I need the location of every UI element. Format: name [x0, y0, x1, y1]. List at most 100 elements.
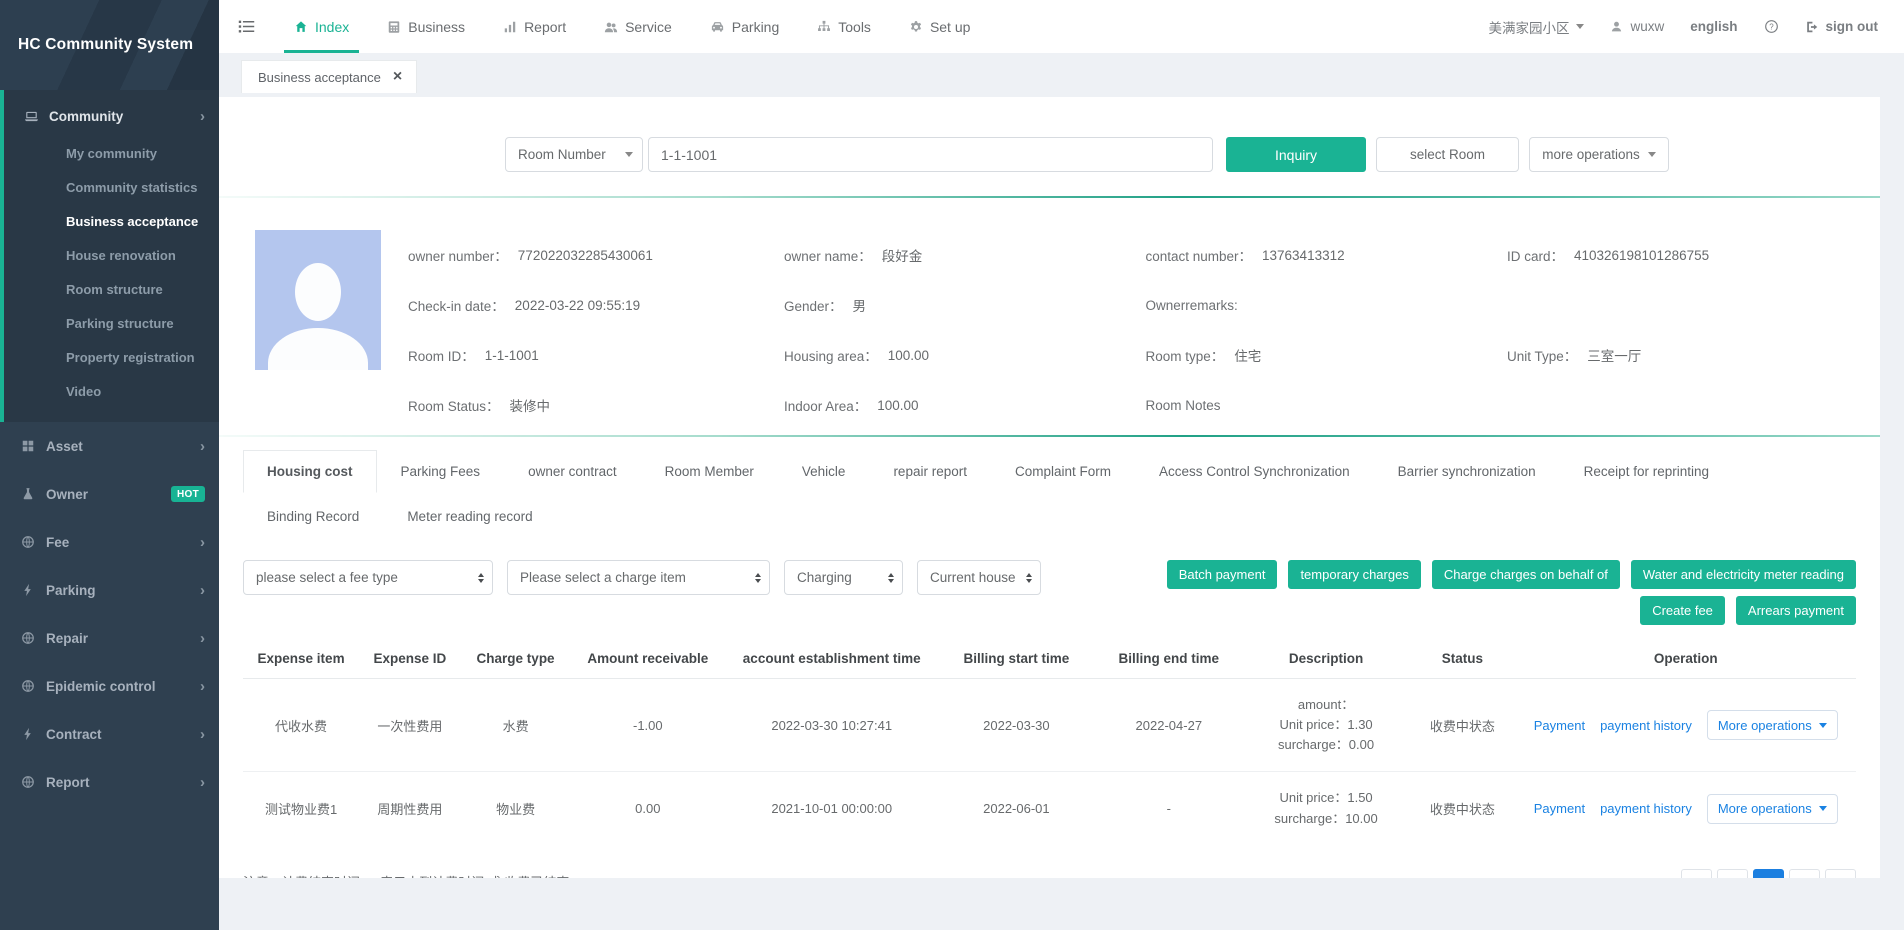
payment-history-link[interactable]: payment history — [1600, 801, 1692, 816]
col-billing-start-time: Billing start time — [938, 641, 1094, 679]
field-gender: Gender：男 — [784, 295, 1146, 315]
fee-type-select[interactable]: please select a fee type — [243, 560, 493, 595]
sidebar-item-my-community[interactable]: My community — [4, 136, 219, 170]
sidebar-item-property-registration[interactable]: Property registration — [4, 340, 219, 374]
sidebar-item-business-acceptance[interactable]: Business acceptance — [4, 204, 219, 238]
topnav-item-tools[interactable]: Tools — [807, 0, 881, 53]
help-button[interactable]: ? — [1764, 19, 1779, 34]
field-contact-number: contact number：13763413312 — [1145, 245, 1507, 265]
tab-binding-record[interactable]: Binding Record — [243, 495, 383, 538]
sidebar-item-repair[interactable]: Repair › — [0, 614, 219, 662]
active-tab-underline — [284, 50, 359, 53]
field-room-notes: Room Notes — [1145, 398, 1507, 413]
topnav-item-business[interactable]: Business — [377, 0, 475, 53]
room-search-input[interactable] — [648, 137, 1213, 172]
col-account-establishment-time: account establishment time — [725, 641, 938, 679]
tab-housing-cost[interactable]: Housing cost — [243, 450, 377, 493]
meter-reading-button[interactable]: Water and electricity meter reading — [1631, 560, 1856, 589]
pagination-next[interactable]: › — [1789, 869, 1820, 878]
community-name: 美满家园小区 — [1488, 17, 1569, 37]
field-owner-remarks: Ownerremarks: — [1145, 298, 1507, 313]
sidebar-item-contract[interactable]: Contract › — [0, 710, 219, 758]
payment-link[interactable]: Payment — [1534, 801, 1585, 816]
pagination-last[interactable]: » — [1825, 869, 1856, 878]
sidebar-item-asset[interactable]: Asset › — [0, 422, 219, 470]
sidebar-item-label: Asset — [46, 439, 83, 454]
tabstrip: Business acceptance × — [219, 53, 1904, 97]
row-more-operations-button[interactable]: More operations — [1707, 710, 1838, 740]
sidebar-item-epidemic-control[interactable]: Epidemic control › — [0, 662, 219, 710]
topnav-item-report[interactable]: Report — [493, 0, 576, 53]
topnav-item-service[interactable]: Service — [594, 0, 682, 53]
tab-barrier-sync[interactable]: Barrier synchronization — [1374, 450, 1560, 493]
globe-icon — [21, 775, 35, 789]
sidebar-item-room-structure[interactable]: Room structure — [4, 272, 219, 306]
owner-avatar — [255, 230, 381, 370]
sidebar-item-owner[interactable]: Owner HOT — [0, 470, 219, 518]
close-icon[interactable]: × — [393, 69, 402, 85]
current-house-select[interactable]: Current house — [917, 560, 1041, 595]
description-cell: amount： Unit price：1.30 surcharge：0.00 — [1247, 695, 1405, 755]
tab-repair-report[interactable]: repair report — [869, 450, 991, 493]
sidebar-item-label: Fee — [46, 535, 69, 550]
payment-link[interactable]: Payment — [1534, 718, 1585, 733]
topnav-label: Parking — [732, 19, 779, 35]
sidebar-item-video[interactable]: Video — [4, 374, 219, 408]
chevron-right-icon: › — [200, 583, 205, 598]
avatar-silhouette — [268, 328, 368, 370]
submenu-label: Video — [66, 384, 101, 399]
tab-room-member[interactable]: Room Member — [641, 450, 778, 493]
inquiry-button[interactable]: Inquiry — [1226, 137, 1366, 172]
menu-icon[interactable] — [237, 17, 256, 36]
car-icon — [710, 19, 725, 34]
payment-history-link[interactable]: payment history — [1600, 718, 1692, 733]
more-operations-button[interactable]: more operations — [1529, 137, 1669, 172]
topnav-item-parking[interactable]: Parking — [700, 0, 789, 53]
room-number-select[interactable]: Room Number — [505, 137, 643, 172]
topnav-label: Business — [408, 19, 465, 35]
tab-parking-fees[interactable]: Parking Fees — [377, 450, 505, 493]
language-toggle[interactable]: english — [1690, 19, 1737, 34]
sidebar-group-community: Community › My community Community stati… — [0, 90, 219, 422]
tab-access-control-sync[interactable]: Access Control Synchronization — [1135, 450, 1374, 493]
pagination-first[interactable]: « — [1681, 869, 1712, 878]
tab-owner-contract[interactable]: owner contract — [504, 450, 641, 493]
sidebar-item-report[interactable]: Report › — [0, 758, 219, 806]
community-selector[interactable]: 美满家园小区 — [1488, 17, 1584, 37]
charge-item-select[interactable]: Please select a charge item — [507, 560, 770, 595]
submenu-label: Business acceptance — [66, 214, 198, 229]
filter-buttons-row1: Batch payment temporary charges Charge c… — [1167, 560, 1856, 589]
batch-payment-button[interactable]: Batch payment — [1167, 560, 1278, 589]
sidebar-item-community-statistics[interactable]: Community statistics — [4, 170, 219, 204]
charge-on-behalf-button[interactable]: Charge charges on behalf of — [1432, 560, 1620, 589]
field-owner-name: owner name：段好金 — [784, 245, 1146, 265]
topnav-item-setup[interactable]: Set up — [899, 0, 980, 53]
signout-icon — [1805, 20, 1819, 34]
sidebar-item-label: Report — [46, 775, 90, 790]
tab-vehicle[interactable]: Vehicle — [778, 450, 870, 493]
signout-button[interactable]: sign out — [1805, 19, 1879, 34]
pagination-page-1[interactable]: 1 — [1753, 869, 1784, 878]
sidebar-item-parking-structure[interactable]: Parking structure — [4, 306, 219, 340]
tab-business-acceptance[interactable]: Business acceptance × — [241, 60, 417, 93]
room-select-value: Room Number — [518, 147, 606, 162]
updown-icon — [888, 573, 894, 583]
charging-status-select[interactable]: Charging — [784, 560, 903, 595]
tab-receipt-reprinting[interactable]: Receipt for reprinting — [1560, 450, 1733, 493]
col-expense-id: Expense ID — [359, 641, 461, 679]
tab-complaint-form[interactable]: Complaint Form — [991, 450, 1135, 493]
row-more-operations-button[interactable]: More operations — [1707, 794, 1838, 824]
arrears-payment-button[interactable]: Arrears payment — [1736, 596, 1856, 625]
sidebar-item-house-renovation[interactable]: House renovation — [4, 238, 219, 272]
user-menu[interactable]: wuxw — [1610, 19, 1664, 34]
tab-meter-reading-record[interactable]: Meter reading record — [383, 495, 556, 538]
pagination-prev[interactable]: ‹ — [1717, 869, 1748, 878]
sidebar-item-parking[interactable]: Parking › — [0, 566, 219, 614]
sidebar-item-community[interactable]: Community › — [4, 96, 219, 136]
temporary-charges-button[interactable]: temporary charges — [1288, 560, 1420, 589]
select-room-button[interactable]: select Room — [1376, 137, 1519, 172]
sidebar-item-fee[interactable]: Fee › — [0, 518, 219, 566]
topnav-item-index[interactable]: Index — [284, 0, 359, 53]
create-fee-button[interactable]: Create fee — [1640, 596, 1725, 625]
table-row: 测试物业费1 周期性费用 物业费 0.00 2021-10-01 00:00:0… — [243, 772, 1856, 845]
